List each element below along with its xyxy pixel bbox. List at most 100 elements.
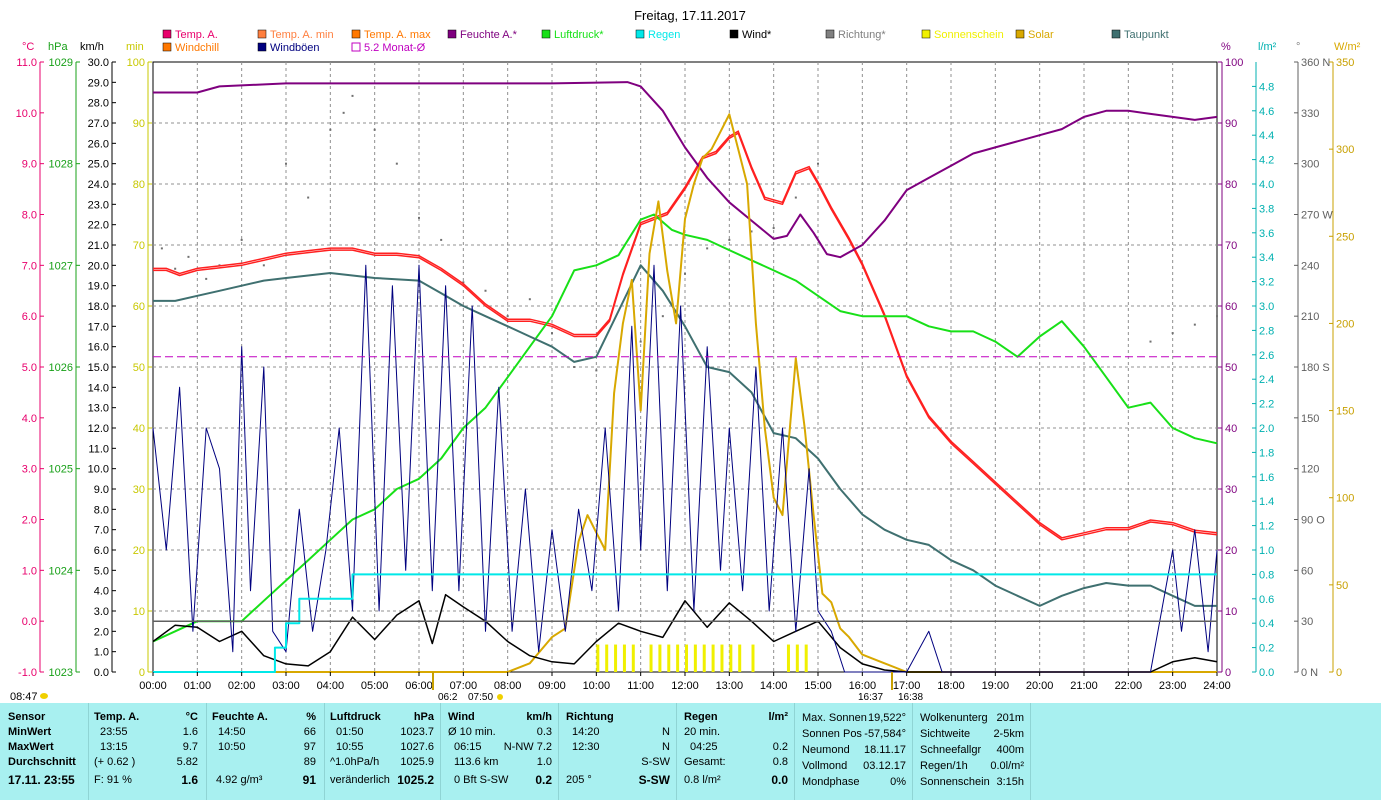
regen-head: Regen xyxy=(684,711,718,723)
x-tick-label: 01:00 xyxy=(184,680,212,692)
direction-point xyxy=(187,255,190,258)
direction-point xyxy=(307,196,310,199)
pressure-tick-label: 1025 xyxy=(49,464,73,476)
cloud-column: Wolkenunterg 201m Sichtweite 2-5km Schne… xyxy=(912,703,1031,800)
legend-swatch xyxy=(257,29,267,39)
wind-tick-label: 26.0 xyxy=(88,138,109,150)
rain-tick-label: 2.4 xyxy=(1259,374,1274,386)
legend-swatch xyxy=(351,42,361,52)
richtung-degrees: 205 ° xyxy=(566,774,592,786)
solar-tick-label: 100 xyxy=(1336,493,1354,505)
wind-tick-label: 18.0 xyxy=(88,301,109,313)
wind-tick-label: 7.0 xyxy=(94,525,109,537)
direction-point xyxy=(440,238,443,241)
legend-swatch xyxy=(1015,29,1025,39)
pressure-tick-label: 1029 xyxy=(49,57,73,69)
rain-tick-label: 1.2 xyxy=(1259,521,1274,533)
feuchte-head: Feuchte A. xyxy=(212,711,268,723)
solar-tick-label: 350 xyxy=(1336,57,1354,69)
rain-tick-label: 1.0 xyxy=(1259,545,1274,557)
x-tick-label: 09:00 xyxy=(538,680,566,692)
direction-tick-label: 60 xyxy=(1301,565,1313,577)
astro-value-0: 19,522° xyxy=(867,712,906,724)
rain-tick-label: 0.2 xyxy=(1259,643,1274,655)
temp-tick-label: 11.0 xyxy=(16,57,37,69)
press-axis-unit: hPa xyxy=(48,41,68,53)
wind-tick-label: 9.0 xyxy=(94,484,109,496)
temp-max-time: 13:15 xyxy=(100,741,128,753)
wind-tick-label: 24.0 xyxy=(88,179,109,191)
direction-point xyxy=(1216,315,1218,318)
row-min-label: MinWert xyxy=(8,726,52,738)
astro-label-0: Max. Sonnen xyxy=(802,712,867,724)
x-tick-label: 13:00 xyxy=(716,680,744,692)
humidity-tick-label: 10 xyxy=(1225,606,1237,618)
cloud-label-3: Regen/1h xyxy=(920,760,968,772)
cloud-label-1: Sichtweite xyxy=(920,728,971,740)
druck-tendency: veränderlich xyxy=(330,774,390,786)
row-avg-label: Durchschnitt xyxy=(8,756,76,768)
solar-tick-label: 150 xyxy=(1336,406,1354,418)
rain-tick-label: 2.0 xyxy=(1259,423,1274,435)
cloud-value-3: 0.0l/m² xyxy=(990,760,1024,772)
direction-point xyxy=(418,216,420,219)
druck-min-time: 01:50 xyxy=(336,726,364,738)
direction-point xyxy=(351,94,354,97)
regen-current: 0.0 xyxy=(771,773,788,787)
temp-column: Temp. A. °C 23:55 1.6 13:15 9.7 (+ 0.62 … xyxy=(88,703,207,800)
direction-point xyxy=(174,267,177,270)
regen-day: 0.8 l/m² xyxy=(684,774,721,786)
feuchte-min-time: 14:50 xyxy=(218,726,246,738)
wind-max-time: 06:15 xyxy=(454,741,482,753)
humidity-tick-label: 80 xyxy=(1225,179,1237,191)
sunshine-tick-label: 10 xyxy=(133,606,145,618)
solar-tick-label: 300 xyxy=(1336,144,1354,156)
direction-point xyxy=(395,162,398,165)
sunshine-bar xyxy=(786,644,790,672)
x-tick-label: 02:00 xyxy=(228,680,256,692)
richtung-r1-value: N xyxy=(662,726,670,738)
direction-point xyxy=(262,264,265,267)
sunshine-bar xyxy=(614,644,618,672)
x-tick-label: 12:00 xyxy=(671,680,699,692)
wind-tick-label: 17.0 xyxy=(88,321,109,333)
rain-tick-label: 3.2 xyxy=(1259,277,1274,289)
x-tick-label: 05:00 xyxy=(361,680,389,692)
wind-avg-value: 1.0 xyxy=(536,756,552,768)
legend-label: Temp. A. min xyxy=(270,29,334,41)
sunshine-bar xyxy=(605,644,609,672)
temp-tick-label: 5.0 xyxy=(22,362,37,374)
x-tick-label: 24:00 xyxy=(1203,680,1231,692)
wind-tick-label: 25.0 xyxy=(88,159,109,171)
humidity-tick-label: 70 xyxy=(1225,240,1237,252)
rain-tick-label: 2.2 xyxy=(1259,399,1274,411)
x-tick-label: 04:00 xyxy=(317,680,345,692)
temp-min-value: 1.6 xyxy=(182,726,198,738)
legend-swatch xyxy=(825,29,835,39)
wind-avg10-label: Ø 10 min. xyxy=(448,726,496,738)
cloud-value-4: 3:15h xyxy=(996,776,1024,788)
humidity-tick-label: 60 xyxy=(1225,301,1237,313)
sunset-time: 16:37 xyxy=(858,692,883,703)
wind-run: 113.6 km xyxy=(454,756,499,768)
legend-swatch xyxy=(162,42,172,52)
sun-axis-unit: min xyxy=(126,41,144,53)
astro-value-3: 03.12.17 xyxy=(863,760,906,772)
current-date: 17.11. xyxy=(8,773,41,787)
direction-tick-label: 120 xyxy=(1301,464,1319,476)
regen-unit: l/m² xyxy=(768,711,788,723)
sunshine-bar xyxy=(729,644,733,672)
sun-marker xyxy=(497,694,503,700)
direction-point xyxy=(706,247,709,250)
astro-value-2: 18.11.17 xyxy=(863,744,906,756)
cloud-label-4: Sonnenschein xyxy=(920,776,990,788)
cloud-label-2: Schneefallgr xyxy=(920,744,982,756)
direction-tick-label: 360 N xyxy=(1301,57,1330,69)
wind-bft: 0 Bft S-SW xyxy=(454,774,509,786)
direction-point xyxy=(506,315,509,318)
x-tick-label: 17:00 xyxy=(893,680,921,692)
x-tick-label: 03:00 xyxy=(272,680,300,692)
humidity-tick-label: 40 xyxy=(1225,423,1237,435)
wind-axis-unit: km/h xyxy=(80,41,104,53)
legend-label: Regen xyxy=(648,29,680,41)
